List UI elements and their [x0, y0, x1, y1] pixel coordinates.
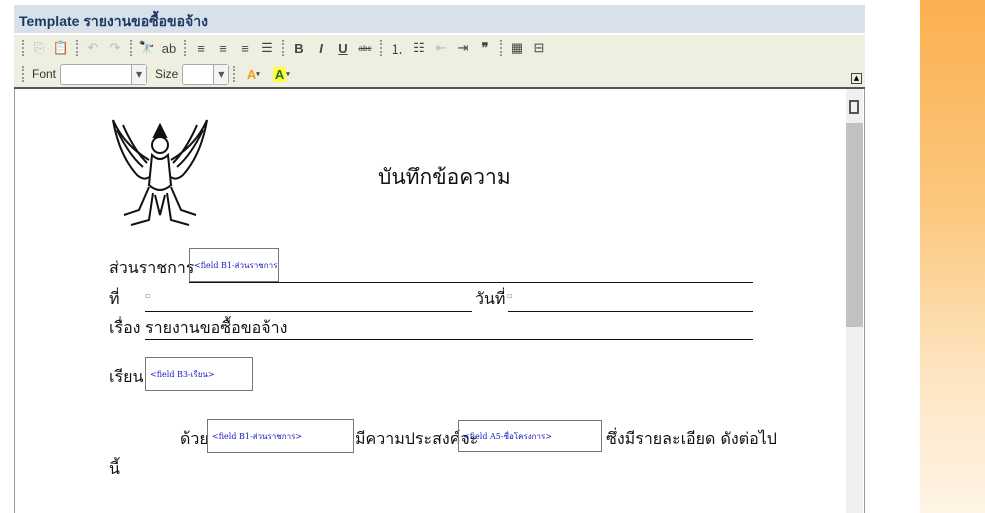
document-title: บันทึกข้อความ: [378, 165, 511, 189]
body-field-project[interactable]: <field A5-ชื่อโครงการ>: [458, 420, 602, 452]
bold-icon[interactable]: B: [288, 38, 310, 58]
chevron-down-icon[interactable]: ▼: [213, 64, 229, 84]
highlight-color-icon[interactable]: A ▾: [267, 64, 295, 84]
subject-value: รายงานขอซื้อขอจ้าง: [145, 318, 288, 337]
toolbar-separator: [130, 40, 132, 56]
ordered-list-icon[interactable]: ⒈: [386, 38, 408, 58]
outdent-icon[interactable]: ⇤: [430, 38, 452, 58]
table-icon[interactable]: ▦: [506, 38, 528, 58]
toolbar-row-2: Font ▼ Size ▼ A ▾ A ▾ ▲: [14, 61, 865, 89]
scroll-up-icon[interactable]: [849, 100, 859, 114]
toolbar-grip[interactable]: [500, 40, 502, 56]
toolbar-grip[interactable]: [22, 40, 24, 56]
underline: [189, 282, 753, 283]
italic-icon[interactable]: I: [310, 38, 332, 58]
font-color-icon[interactable]: A ▾: [239, 64, 267, 84]
toolbar-grip[interactable]: [22, 66, 24, 82]
body-wrap: นี้: [109, 459, 120, 478]
field-marker: ▫: [145, 291, 151, 300]
underline: [145, 339, 753, 340]
justify-icon[interactable]: ☰: [256, 38, 278, 58]
toolbar-grip[interactable]: [282, 40, 284, 56]
underline: [508, 311, 753, 312]
vertical-scrollbar[interactable]: [846, 89, 863, 513]
date-label: วันที่: [475, 289, 506, 308]
document-body[interactable]: บันทึกข้อความ ส่วนราชการ <field B1-ส่วนร…: [15, 89, 845, 513]
size-label: Size: [155, 67, 179, 81]
garuda-emblem: [112, 119, 208, 226]
font-label: Font: [32, 67, 57, 81]
toolbar-grip[interactable]: [76, 40, 78, 56]
ref-label: ที่: [109, 289, 120, 308]
to-label: เรียน: [109, 367, 144, 386]
bullet-list-icon[interactable]: ☷: [408, 38, 430, 58]
to-field[interactable]: <field B3-เรียน>: [145, 357, 253, 391]
underline-icon[interactable]: U: [332, 38, 354, 58]
scrollbar-thumb[interactable]: [846, 123, 863, 327]
blockquote-icon[interactable]: ❞: [474, 38, 496, 58]
align-right-icon[interactable]: ≡: [234, 38, 256, 58]
subject-label: เรื่อง: [109, 318, 141, 337]
page-break-icon[interactable]: ⊟: [528, 38, 550, 58]
size-select[interactable]: ▼: [182, 63, 230, 85]
agency-field[interactable]: <field B1-ส่วนราชการ>: [189, 248, 279, 282]
paste-icon[interactable]: 📋: [50, 38, 72, 58]
toolbar-grip[interactable]: [233, 66, 236, 82]
underline: [145, 311, 472, 312]
find-icon[interactable]: 🔭: [136, 38, 158, 58]
copy-icon[interactable]: ⎘: [28, 38, 50, 58]
toolbar-grip[interactable]: [184, 40, 186, 56]
replace-icon[interactable]: ab: [158, 38, 180, 58]
align-center-icon[interactable]: ≡: [212, 38, 234, 58]
chevron-down-icon[interactable]: ▼: [131, 64, 147, 84]
rich-text-editor[interactable]: บันทึกข้อความ ส่วนราชการ <field B1-ส่วนร…: [14, 89, 865, 513]
toolbar-row-1: ⎘ 📋 ↶ ↷ 🔭 ab ≡ ≡ ≡ ☰ B I U abc ⒈ ☷ ⇤ ⇥ ❞…: [14, 35, 865, 61]
body-suffix: ซึ่งมีรายละเอียด ดังต่อไป: [606, 429, 777, 448]
indent-icon[interactable]: ⇥: [452, 38, 474, 58]
align-left-icon[interactable]: ≡: [190, 38, 212, 58]
body-field-agency[interactable]: <field B1-ส่วนราชการ>: [207, 419, 354, 453]
undo-icon[interactable]: ↶: [82, 38, 104, 58]
body-prefix: ด้วย: [180, 429, 209, 448]
agency-label: ส่วนราชการ: [109, 258, 195, 277]
toolbar-grip[interactable]: [380, 40, 382, 56]
side-panel: [920, 0, 985, 513]
strikethrough-icon[interactable]: abc: [354, 38, 376, 58]
collapse-toolbar-button[interactable]: ▲: [851, 73, 862, 84]
font-select[interactable]: ▼: [60, 63, 148, 85]
panel-title: Template รายงานขอซื้อขอจ้าง: [14, 5, 865, 33]
field-marker: ▫: [507, 291, 513, 300]
redo-icon[interactable]: ↷: [104, 38, 126, 58]
